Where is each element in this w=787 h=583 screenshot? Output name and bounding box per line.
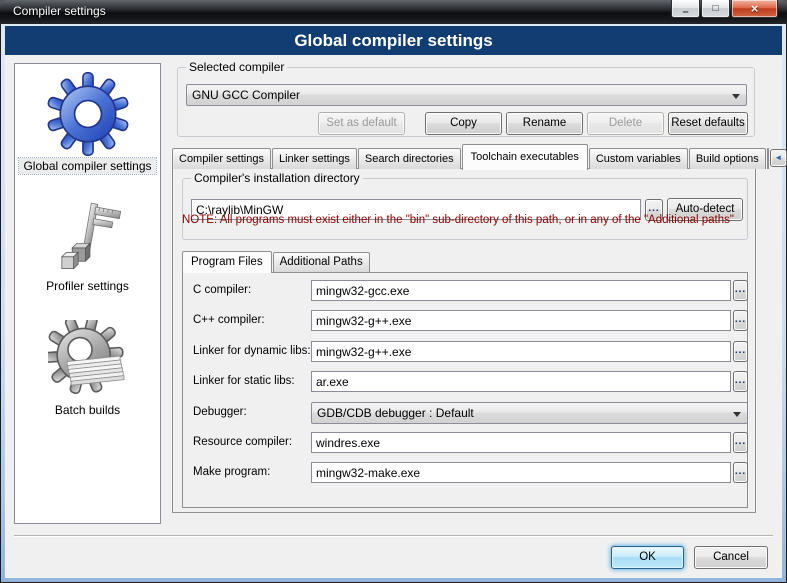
footer-separator [14, 535, 773, 537]
selected-compiler-group: Selected compiler GNU GCC Compiler Set a… [177, 67, 755, 137]
static-linker-input[interactable] [311, 371, 731, 392]
sidebar-item-batch-builds[interactable]: Batch builds [48, 294, 128, 418]
dynamic-linker-input[interactable] [311, 341, 731, 362]
window-controls: – □ × [671, 0, 778, 18]
sidebar-item-profiler-settings[interactable]: Profiler settings [42, 174, 133, 294]
page-title-banner: Global compiler settings [5, 26, 782, 55]
static-linker-browse-button[interactable]: ... [733, 371, 748, 392]
minimize-icon: – [682, 6, 688, 18]
tab-linker-settings[interactable]: Linker settings [272, 148, 357, 169]
sidebar-item-label: Batch builds [51, 402, 124, 418]
resource-compiler-input[interactable] [311, 432, 731, 453]
compiler-tabs: Compiler settings Linker settings Search… [172, 143, 756, 169]
make-program-browse-button[interactable]: ... [733, 462, 748, 483]
set-as-default-button[interactable]: Set as default [318, 112, 405, 135]
group-title: Selected compiler [186, 60, 287, 74]
field-label: Linker for static libs: [193, 371, 311, 392]
field-label: Linker for dynamic libs: [193, 341, 311, 362]
sidebar-item-global-compiler-settings[interactable]: Global compiler settings [19, 64, 155, 174]
resource-compiler-browse-button[interactable]: ... [733, 432, 748, 453]
tab-build-options[interactable]: Build options [689, 148, 766, 169]
c-compiler-input[interactable] [311, 280, 731, 301]
window-title: Compiler settings [13, 4, 106, 18]
sidebar-item-label: Profiler settings [42, 278, 133, 294]
chevron-down-icon [733, 412, 741, 417]
close-button[interactable]: × [731, 0, 778, 18]
field-label: Make program: [193, 462, 311, 483]
dialog-client-area: Global compiler settings [5, 26, 782, 578]
field-label: Debugger: [193, 402, 311, 423]
field-label: C++ compiler: [193, 310, 311, 331]
tab-compiler-settings[interactable]: Compiler settings [172, 148, 271, 169]
debugger-dropdown[interactable]: GDB/CDB debugger : Default [311, 402, 748, 424]
blue-gear-icon [46, 72, 130, 156]
c-compiler-browse-button[interactable]: ... [733, 280, 748, 301]
caliper-icon [50, 202, 124, 276]
field-label: C compiler: [193, 280, 311, 301]
chevron-down-icon [732, 94, 740, 99]
tab-search-directories[interactable]: Search directories [358, 148, 461, 169]
tab-scroll-left-button[interactable]: ◄ [770, 149, 787, 167]
program-tabs: Program Files Additional Paths [182, 250, 371, 272]
toolchain-executables-panel: Compiler's installation directory ... Au… [172, 168, 756, 513]
tab-partial[interactable] [767, 148, 769, 169]
page-title: Global compiler settings [294, 31, 492, 51]
sidebar-item-label: Global compiler settings [19, 158, 155, 174]
rename-button[interactable]: Rename [506, 112, 583, 135]
group-title: Compiler's installation directory [191, 171, 363, 185]
compiler-settings-dialog: Compiler settings – □ × Global compiler … [0, 0, 787, 583]
cpp-compiler-browse-button[interactable]: ... [733, 310, 748, 331]
gray-gear-stack-icon [48, 320, 128, 400]
field-label: Resource compiler: [193, 432, 311, 453]
close-icon: × [751, 1, 759, 16]
maximize-icon: □ [712, 3, 718, 14]
cancel-button[interactable]: Cancel [694, 546, 768, 569]
settings-category-list: Global compiler settings [14, 63, 161, 524]
tab-program-files[interactable]: Program Files [182, 251, 272, 273]
maximize-button[interactable]: □ [701, 0, 730, 18]
tab-additional-paths[interactable]: Additional Paths [273, 252, 370, 272]
tab-toolchain-executables[interactable]: Toolchain executables [462, 144, 588, 170]
installation-directory-group: Compiler's installation directory ... Au… [182, 178, 748, 240]
minimize-button[interactable]: – [671, 0, 700, 18]
ok-button[interactable]: OK [611, 546, 684, 569]
note-text: NOTE: All programs must exist either in … [182, 214, 734, 226]
program-files-panel: C compiler: ... C++ compiler: ... Linker… [182, 272, 748, 508]
make-program-input[interactable] [311, 462, 731, 483]
tab-custom-variables[interactable]: Custom variables [589, 148, 688, 169]
reset-defaults-button[interactable]: Reset defaults [668, 112, 748, 135]
dynamic-linker-browse-button[interactable]: ... [733, 341, 748, 362]
cpp-compiler-input[interactable] [311, 310, 731, 331]
selected-compiler-dropdown[interactable]: GNU GCC Compiler [186, 84, 747, 106]
selected-compiler-value: GNU GCC Compiler [192, 88, 300, 102]
title-bar[interactable]: Compiler settings – □ × [0, 0, 787, 24]
copy-button[interactable]: Copy [425, 112, 502, 135]
tab-scroll-buttons: ◄ ► [770, 149, 787, 167]
debugger-value: GDB/CDB debugger : Default [317, 406, 474, 420]
delete-button[interactable]: Delete [587, 112, 664, 135]
